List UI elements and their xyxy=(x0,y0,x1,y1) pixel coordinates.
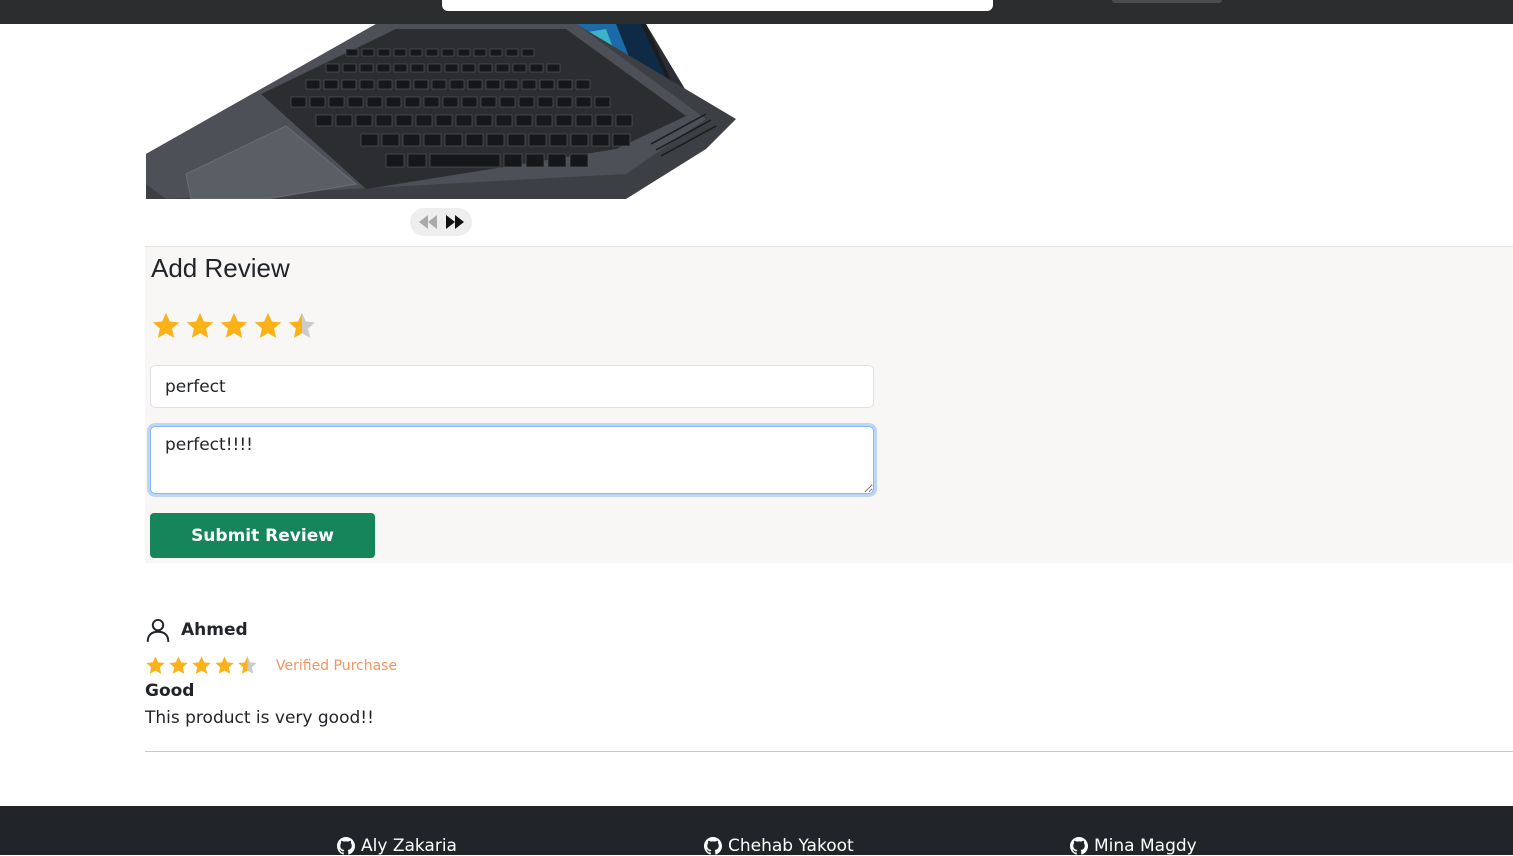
review-title-input[interactable] xyxy=(150,365,874,408)
footer: Aly Zakaria Chehab Yakoot Mina Magdy xyxy=(0,806,1513,856)
rewind-icon xyxy=(418,215,437,229)
review-stars xyxy=(145,655,258,676)
footer-link-label: Chehab Yakoot xyxy=(728,836,854,856)
rating-stars-input[interactable] xyxy=(151,311,317,341)
star-full-icon xyxy=(146,656,165,674)
star-full-icon[interactable] xyxy=(219,311,249,341)
star-half-icon[interactable] xyxy=(287,311,317,341)
reviewer-row: Ahmed xyxy=(145,617,248,643)
star-half-icon xyxy=(238,656,257,674)
laptop-illustration xyxy=(146,24,736,199)
review-title: Good xyxy=(145,681,195,701)
fast-forward-icon xyxy=(445,215,464,229)
product-image xyxy=(146,24,736,199)
carousel-controls xyxy=(410,208,472,236)
navbar-button[interactable] xyxy=(1112,0,1222,3)
github-icon xyxy=(704,837,722,855)
footer-link-label: Mina Magdy xyxy=(1094,836,1197,856)
reviewer-name: Ahmed xyxy=(181,620,248,640)
star-full-icon[interactable] xyxy=(185,311,215,341)
form-title: Add Review xyxy=(151,253,290,283)
github-icon xyxy=(1070,837,1088,855)
carousel-prev-button[interactable] xyxy=(416,211,440,233)
top-navbar xyxy=(0,0,1513,24)
star-full-icon[interactable] xyxy=(151,311,181,341)
star-full-icon xyxy=(192,656,211,674)
star-full-icon xyxy=(169,656,188,674)
carousel-next-button[interactable] xyxy=(443,211,467,233)
review-rating: Verified Purchase xyxy=(145,655,397,676)
footer-link-chehab-yakoot[interactable]: Chehab Yakoot xyxy=(704,836,854,856)
review-body: This product is very good!! xyxy=(145,708,374,728)
github-icon xyxy=(337,837,355,855)
verified-purchase-badge: Verified Purchase xyxy=(276,657,398,674)
footer-link-mina-magdy[interactable]: Mina Magdy xyxy=(1070,836,1197,856)
submit-review-button[interactable]: Submit Review xyxy=(150,513,375,558)
review-item: Ahmed Verified Purchase Good This produc… xyxy=(145,615,1513,752)
star-full-icon[interactable] xyxy=(253,311,283,341)
footer-link-aly-zakaria[interactable]: Aly Zakaria xyxy=(337,836,457,856)
add-review-form: Add Review Submit Review xyxy=(145,246,1513,563)
footer-link-label: Aly Zakaria xyxy=(361,836,457,856)
star-full-icon xyxy=(215,656,234,674)
user-icon xyxy=(146,618,170,642)
review-body-textarea[interactable] xyxy=(150,426,874,494)
search-input[interactable] xyxy=(442,0,993,11)
